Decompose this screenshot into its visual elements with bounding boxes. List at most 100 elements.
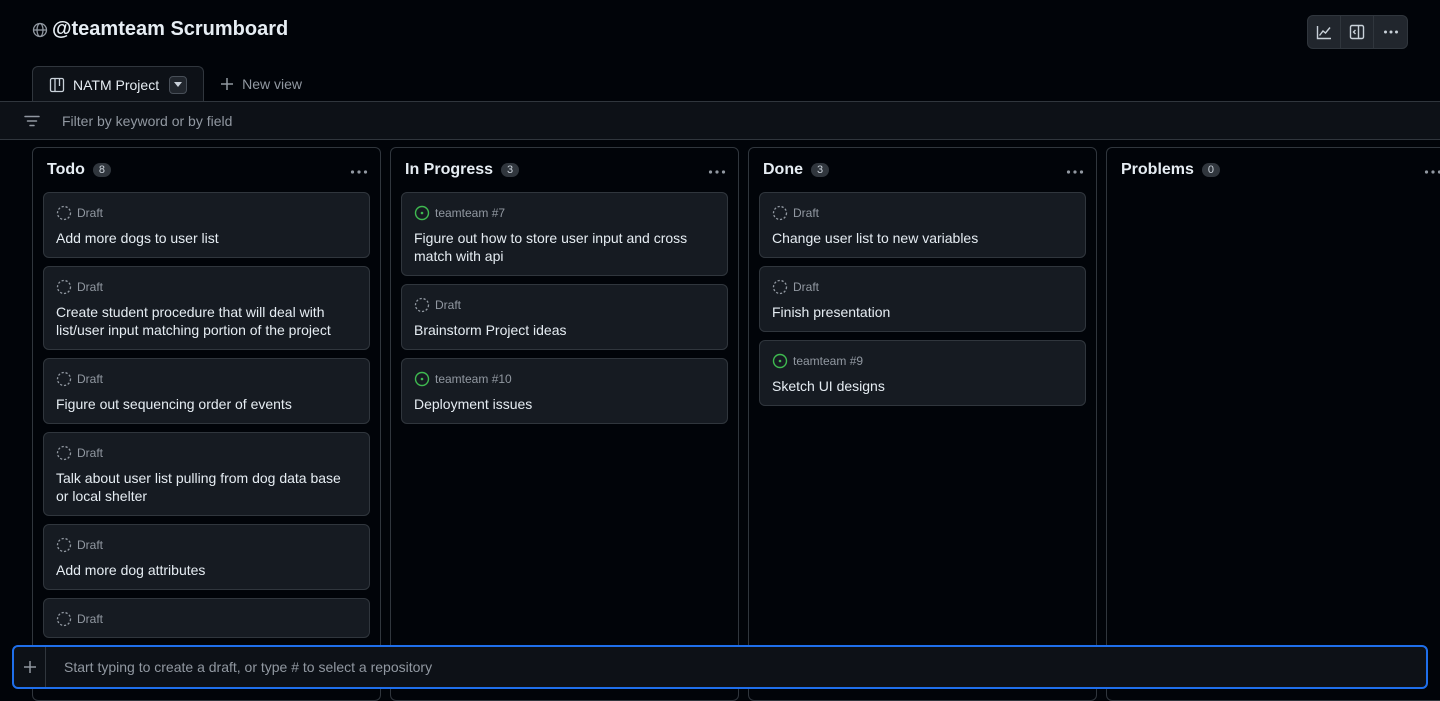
issue-open-icon (414, 371, 430, 387)
card-meta-label: Draft (793, 280, 820, 294)
board-icon (49, 77, 65, 93)
card-meta: Draft (56, 445, 357, 461)
card-meta-label: teamteam #7 (435, 206, 506, 220)
more-icon (1383, 30, 1398, 34)
new-view-label: New view (242, 75, 302, 92)
card-title: Figure out sequencing order of events (56, 396, 292, 412)
issue-open-icon (772, 353, 788, 369)
board-card[interactable]: Draft Finish presentation (759, 266, 1086, 332)
board-card[interactable]: Draft Add more dogs to user list (43, 192, 370, 258)
column-problems: Problems 0 (1106, 147, 1440, 701)
draft-icon (56, 371, 72, 387)
column-name: In Progress (405, 161, 494, 178)
column-name: Done (763, 161, 803, 178)
column-options-button[interactable] (708, 162, 726, 180)
card-meta-label: Draft (793, 206, 820, 220)
tab-natm-project[interactable]: NATM Project (32, 66, 205, 103)
column-in-progress: In Progress 3 teamteam #7 Figure out how to… (390, 147, 739, 701)
column-options-button[interactable] (350, 162, 368, 180)
column-done: Done 3 Draft Change user list to new variab… (748, 147, 1097, 701)
draft-icon (56, 611, 72, 627)
card-title: Finish presentation (772, 304, 891, 320)
card-meta-label: Draft (77, 280, 104, 294)
column-count-badge: 3 (811, 163, 830, 177)
card-meta: Draft (56, 371, 357, 387)
tab-label: NATM Project (73, 77, 160, 93)
card-meta-label: Draft (77, 538, 104, 552)
card-meta-label: Draft (435, 298, 462, 312)
board-card[interactable]: teamteam #10 Deployment issues (401, 358, 728, 424)
card-title: Change user list to new variables (772, 230, 979, 246)
column-header: Todo 8 (43, 148, 370, 192)
column-header: Done 3 (759, 148, 1086, 192)
project-header: @teamteam Scrumboard NATM Project New vi… (0, 0, 1440, 103)
column-name: Todo (47, 161, 85, 178)
column-count-badge: 3 (501, 163, 520, 177)
view-tabs: NATM Project New view (32, 65, 318, 103)
tab-options-button[interactable] (169, 76, 188, 94)
card-meta: Draft (56, 611, 357, 627)
board-card[interactable]: Draft Brainstorm Project ideas (401, 284, 728, 350)
card-title: Add more dog attributes (56, 562, 206, 578)
filter-icon (24, 113, 40, 129)
toggle-sidebar-button[interactable] (1341, 16, 1374, 48)
card-meta: teamteam #7 (414, 205, 715, 221)
card-meta: Draft (414, 297, 715, 313)
draft-input[interactable] (46, 659, 1426, 675)
card-meta-label: teamteam #10 (435, 372, 512, 386)
column-name: Problems (1121, 161, 1194, 178)
board-card[interactable]: Draft Add more dog attributes (43, 524, 370, 590)
chart-icon (1316, 26, 1331, 40)
draft-icon (414, 297, 430, 313)
column-options-button[interactable] (1424, 162, 1440, 180)
card-title: Sketch UI designs (772, 378, 885, 394)
triangle-down-icon (174, 82, 183, 87)
filter-input[interactable]: Filter by keyword or by field (62, 113, 232, 129)
board-card[interactable]: Draft Create student procedure that will … (43, 266, 370, 350)
board-card[interactable]: Draft (43, 598, 370, 638)
card-title: Deployment issues (414, 396, 533, 412)
column-options-button[interactable] (1066, 162, 1084, 180)
card-meta-label: Draft (77, 612, 104, 626)
card-title: Add more dogs to user list (56, 230, 219, 246)
board-card[interactable]: teamteam #7 Figure out how to store user … (401, 192, 728, 276)
more-icon (350, 170, 368, 174)
card-title: Brainstorm Project ideas (414, 322, 567, 338)
filter-bar[interactable]: Filter by keyword or by field (0, 101, 1440, 140)
insights-button[interactable] (1308, 16, 1341, 48)
more-options-button[interactable] (1374, 16, 1407, 48)
card-meta: Draft (772, 279, 1073, 295)
column-header: Problems 0 (1117, 148, 1440, 192)
more-icon (1424, 170, 1440, 174)
plus-icon (23, 661, 36, 673)
board-card[interactable]: Draft Change user list to new variables (759, 192, 1086, 258)
more-icon (708, 170, 726, 174)
card-title: Create student procedure that will deal … (56, 304, 331, 338)
draft-icon (56, 537, 72, 553)
card-meta: Draft (56, 279, 357, 295)
sidebar-icon (1349, 24, 1365, 40)
card-meta-label: Draft (77, 372, 104, 386)
card-meta: teamteam #10 (414, 371, 715, 387)
project-title-row: @teamteam Scrumboard (32, 18, 288, 41)
new-view-button[interactable]: New view (204, 65, 318, 102)
board-card[interactable]: Draft Figure out sequencing order of even… (43, 358, 370, 424)
card-meta: Draft (772, 205, 1073, 221)
card-meta: Draft (56, 205, 357, 221)
column-count-badge: 8 (92, 163, 112, 177)
card-title: Figure out how to store user input and c… (414, 230, 688, 264)
board-card[interactable]: Draft Talk about user list pulling from d… (43, 432, 370, 516)
board-card[interactable]: teamteam #9 Sketch UI designs (759, 340, 1086, 406)
card-meta-label: Draft (77, 206, 104, 220)
card-meta-label: Draft (77, 446, 104, 460)
draft-icon (772, 279, 788, 295)
draft-icon (56, 205, 72, 221)
page-title: @teamteam Scrumboard (52, 18, 289, 40)
issue-open-icon (414, 205, 430, 221)
plus-icon (221, 77, 234, 90)
column-count-badge: 0 (1201, 163, 1221, 177)
add-item-button[interactable] (14, 647, 46, 687)
draft-icon (56, 445, 72, 461)
draft-icon (772, 205, 788, 221)
card-meta-label: teamteam #9 (793, 354, 864, 368)
